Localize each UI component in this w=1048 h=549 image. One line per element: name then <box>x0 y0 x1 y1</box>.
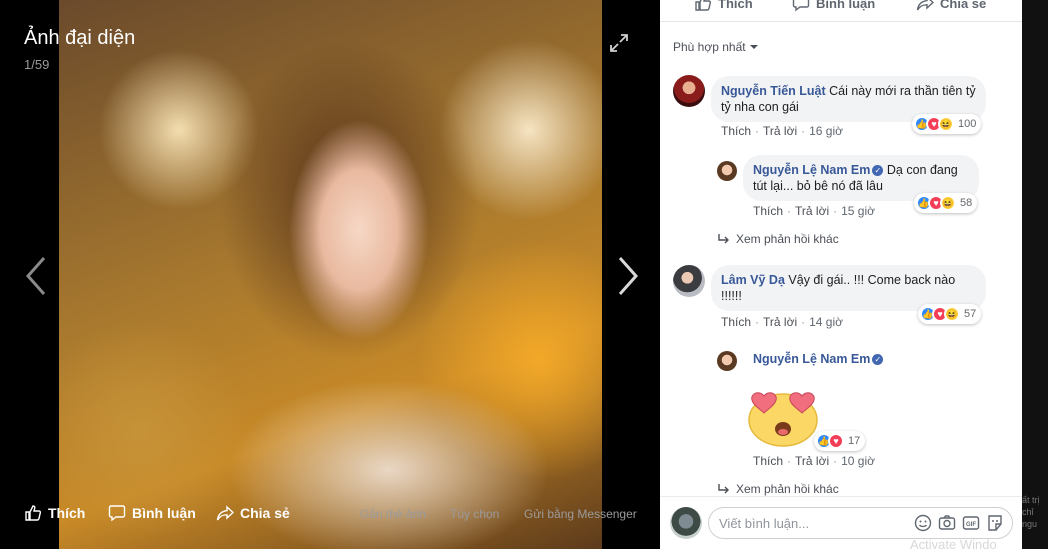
thumbs-up-icon <box>25 505 42 521</box>
share-icon <box>916 0 934 11</box>
viewer-like-button[interactable]: Thích <box>24 504 85 522</box>
reaction-count: 100 <box>958 118 977 130</box>
panel-comment-button[interactable]: Bình luận <box>792 0 875 12</box>
photo-viewer: Ảnh đại diện 1/59 Thích Bình luận Chia s… <box>0 0 660 549</box>
reply-like-link[interactable]: Thích <box>753 204 783 218</box>
verified-badge-icon: ✓ <box>872 165 884 177</box>
comment-reply-link[interactable]: Trả lời <box>763 124 797 138</box>
comment-timestamp[interactable]: 14 giờ <box>809 315 843 329</box>
previous-photo-icon[interactable] <box>22 254 50 298</box>
more-replies-label: Xem phản hồi khác <box>736 482 839 496</box>
comment-meta: Thích · Trả lời · 16 giờ <box>721 124 843 138</box>
share-icon <box>216 505 234 521</box>
camera-icon[interactable] <box>937 513 957 533</box>
photo-counter: 1/59 <box>24 57 50 72</box>
reply-arrow-icon <box>718 234 729 244</box>
reply-timestamp[interactable]: 15 giờ <box>841 204 875 218</box>
reply-like-link[interactable]: Thích <box>753 454 783 468</box>
viewer-comment-button[interactable]: Bình luận <box>108 504 196 522</box>
view-more-replies-link[interactable]: Xem phản hồi khác <box>718 482 839 496</box>
album-title: Ảnh đại diện <box>24 27 136 49</box>
reaction-count: 17 <box>848 435 861 447</box>
gif-icon[interactable]: GIF <box>961 513 981 533</box>
reply-reply-link[interactable]: Trả lời <box>795 204 829 218</box>
comments-panel: Thích Bình luận Chia sẻ Phù hợp nhất Ngu… <box>660 0 1022 549</box>
emoji-icon[interactable] <box>913 513 933 533</box>
verified-badge-icon: ✓ <box>872 354 884 366</box>
panel-like-label: Thích <box>718 0 753 11</box>
comment-meta: Thích · Trả lời · 14 giờ <box>721 315 843 329</box>
fullscreen-icon[interactable] <box>608 32 630 54</box>
comment-reply-link[interactable]: Trả lời <box>763 315 797 329</box>
comment-like-link[interactable]: Thích <box>721 315 751 329</box>
tag-photo-link[interactable]: Gắn thẻ ảnh <box>360 507 426 521</box>
avatar[interactable] <box>717 351 737 371</box>
comment-timestamp[interactable]: 16 giờ <box>809 124 843 138</box>
panel-action-bar: Thích Bình luận Chia sẻ <box>660 0 1022 22</box>
viewer-like-label: Thích <box>48 505 86 521</box>
panel-like-button[interactable]: Thích <box>694 0 753 12</box>
thumbs-up-icon <box>695 0 712 11</box>
reply-reply-link[interactable]: Trả lời <box>795 454 829 468</box>
viewer-share-button[interactable]: Chia sẻ <box>216 504 290 522</box>
haha-reaction-icon: 😆 <box>944 306 960 322</box>
reply-meta: Thích · Trả lời · 10 giờ <box>753 454 875 468</box>
reply-meta: Thích · Trả lời · 15 giờ <box>753 204 875 218</box>
send-messenger-link[interactable]: Gửi bằng Messenger <box>524 507 637 521</box>
panel-share-button[interactable]: Chia sẻ <box>916 0 986 12</box>
next-photo-icon[interactable] <box>614 254 642 298</box>
reaction-summary[interactable]: 👍 ♥ 😆 57 <box>918 304 982 324</box>
sticker-icon[interactable] <box>985 513 1005 533</box>
profile-photo[interactable] <box>59 0 602 549</box>
comment-author[interactable]: Lâm Vỹ Dạ <box>721 273 785 287</box>
options-link[interactable]: Tùy chọn <box>450 507 499 521</box>
comment-like-link[interactable]: Thích <box>721 124 751 138</box>
viewer-action-bar: Thích Bình luận Chia sẻ Gắn thẻ ảnh Tùy … <box>0 496 660 536</box>
view-more-replies-link[interactable]: Xem phản hồi khác <box>718 232 839 246</box>
sort-label: Phù hợp nhất <box>673 40 746 54</box>
reply-author[interactable]: Nguyễn Lệ Nam Em <box>753 352 870 366</box>
avatar[interactable] <box>670 507 702 539</box>
comment-icon <box>792 0 810 12</box>
haha-reaction-icon: 😆 <box>938 116 954 132</box>
background-page-text: ất trị chỉ ngu <box>1022 495 1040 529</box>
comment-sort-dropdown[interactable]: Phù hợp nhất <box>673 40 758 54</box>
windows-activation-watermark: Activate Windo <box>910 537 997 549</box>
reply-author[interactable]: Nguyễn Lệ Nam Em <box>753 163 870 177</box>
more-replies-label: Xem phản hồi khác <box>736 232 839 246</box>
avatar[interactable] <box>673 75 705 107</box>
svg-text:GIF: GIF <box>966 522 976 528</box>
heart-eyes-emoji-sticker[interactable] <box>744 382 822 448</box>
haha-reaction-icon: 😆 <box>940 195 956 211</box>
panel-share-label: Chia sẻ <box>940 0 987 11</box>
reaction-summary[interactable]: 👍 ♥ 😆 100 <box>912 114 982 134</box>
comment-icon <box>108 505 126 522</box>
reaction-count: 58 <box>960 197 973 209</box>
viewer-share-label: Chia sẻ <box>240 505 290 521</box>
caret-down-icon <box>749 45 758 49</box>
comment-author[interactable]: Nguyễn Tiến Luật <box>721 84 826 98</box>
reply-arrow-icon <box>718 484 729 494</box>
love-reaction-icon: ♥ <box>828 433 844 449</box>
reply-author-line: Nguyễn Lệ Nam Em ✓ <box>753 352 884 366</box>
reaction-summary[interactable]: 👍 ♥ 😆 58 <box>914 193 978 213</box>
avatar[interactable] <box>673 265 705 297</box>
reply-timestamp[interactable]: 10 giờ <box>841 454 875 468</box>
reaction-count: 57 <box>964 308 977 320</box>
background-page-edge <box>1022 0 1048 549</box>
avatar[interactable] <box>717 161 737 181</box>
viewer-comment-label: Bình luận <box>132 505 196 521</box>
panel-comment-label: Bình luận <box>816 0 876 11</box>
